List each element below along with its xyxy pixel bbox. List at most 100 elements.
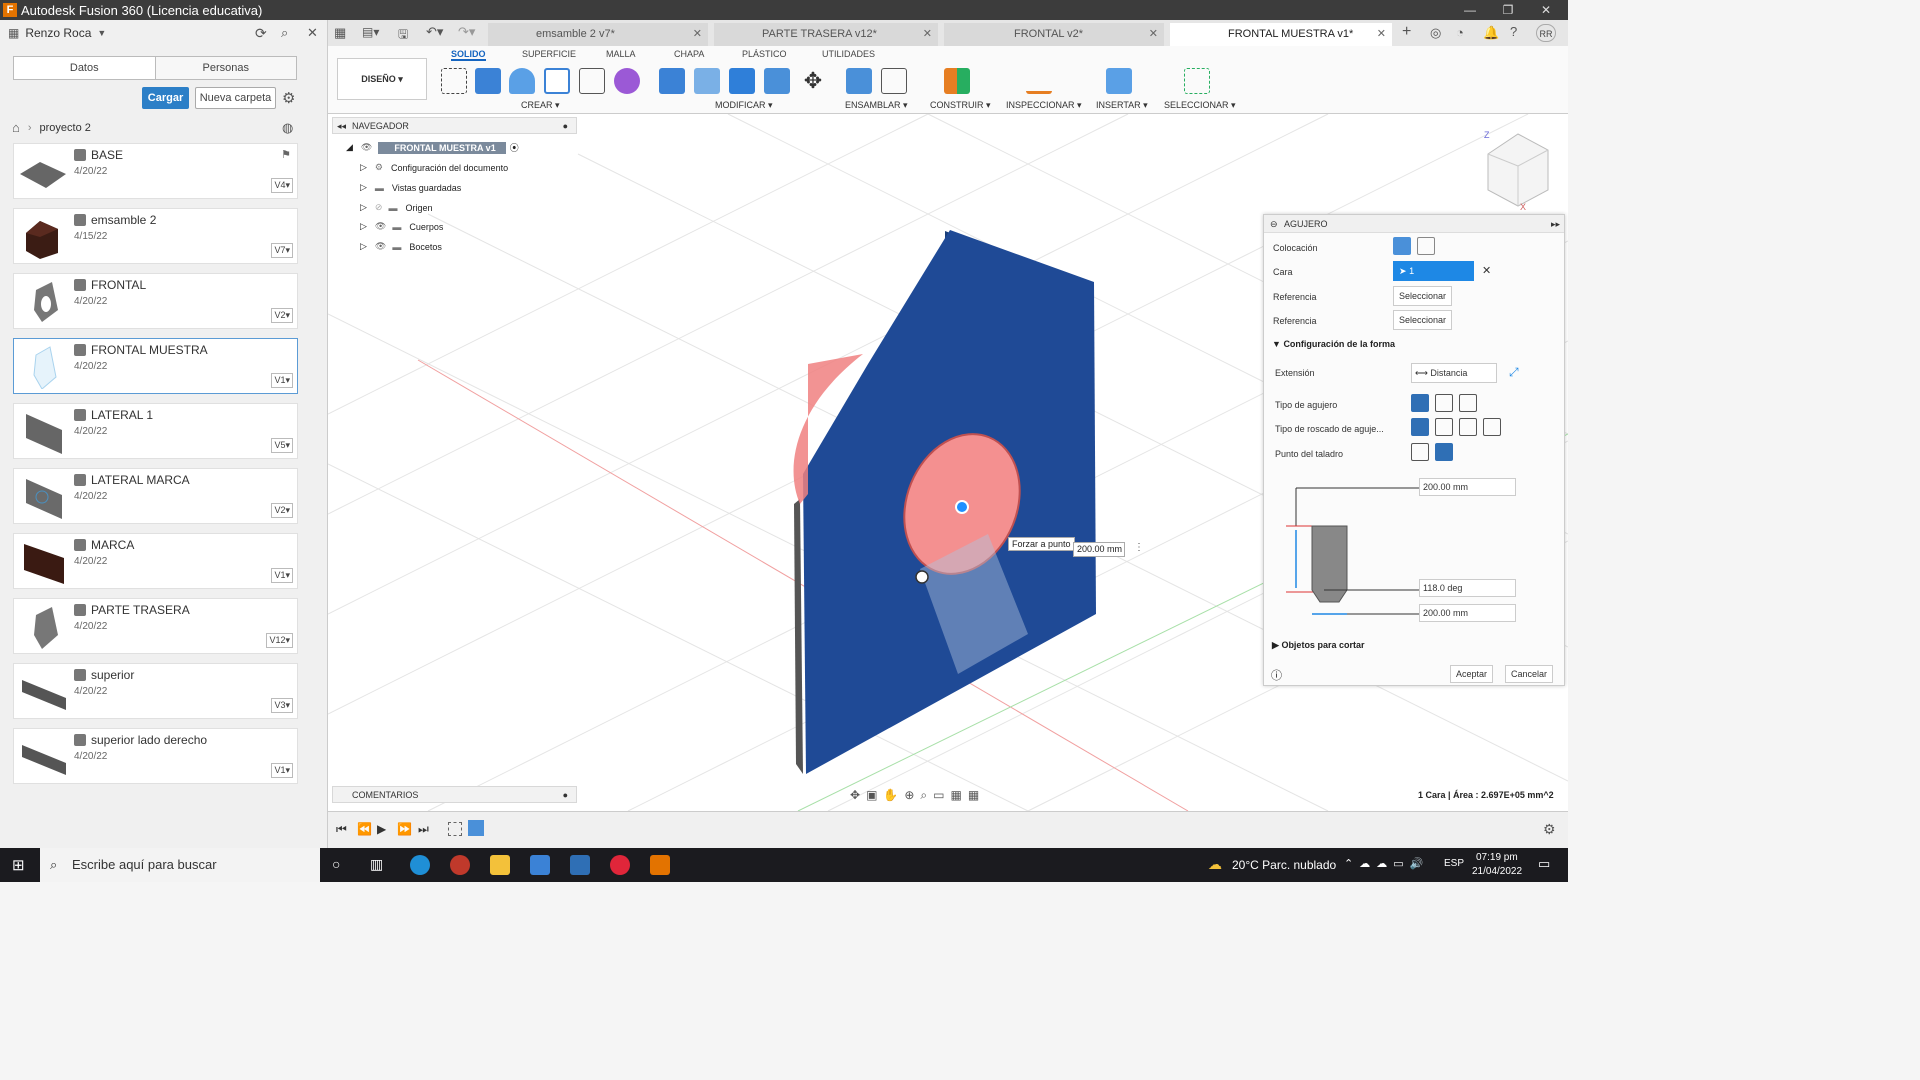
counterbore-icon[interactable] [1435, 394, 1453, 412]
orbit-icon[interactable]: ✥ [850, 788, 866, 802]
weather-text[interactable]: 20°C Parc. nublado [1232, 858, 1336, 872]
file-item-lateral-1[interactable]: LATERAL 1 4/20/22 V5▾ [13, 403, 298, 459]
objects-to-cut-section[interactable]: ▶ Objetos para cortar [1272, 640, 1364, 651]
close-tab-icon[interactable]: ✕ [1377, 23, 1386, 46]
new-tab-icon[interactable]: + [1402, 23, 1411, 41]
extrude-icon[interactable] [475, 68, 501, 94]
viewports-icon[interactable]: ▦ [968, 788, 985, 802]
close-panel-icon[interactable]: ✕ [307, 25, 318, 41]
combine-icon[interactable] [729, 68, 755, 94]
version-badge[interactable]: V2▾ [271, 308, 293, 323]
timeline-settings-icon[interactable]: ⚙ [1543, 821, 1556, 838]
close-tab-icon[interactable]: ✕ [693, 23, 702, 46]
version-badge[interactable]: V5▾ [271, 438, 293, 453]
redo-icon[interactable]: ↷▾ [458, 24, 475, 40]
fillet-icon[interactable] [694, 68, 720, 94]
group-seleccionar[interactable]: SELECCIONAR ▾ [1164, 100, 1236, 111]
breadcrumb-project[interactable]: proyecto 2 [40, 122, 91, 134]
group-ensamblar[interactable]: ENSAMBLAR ▾ [845, 100, 908, 111]
browser-header[interactable]: ◂◂ NAVEGADOR ● [332, 117, 577, 134]
file-item-lateral-marca[interactable]: LATERAL MARCA 4/20/22 V2▾ [13, 468, 298, 524]
taskbar-search-input[interactable]: ⌕ Escribe aquí para buscar [40, 848, 320, 882]
tab-malla[interactable]: MALLA [606, 49, 636, 59]
step-forward-icon[interactable]: ⏩ [397, 822, 412, 836]
file-item-emsamble-2[interactable]: emsamble 2 4/15/22 V7▾ [13, 208, 298, 264]
group-insertar[interactable]: INSERTAR ▾ [1096, 100, 1148, 111]
joint-icon[interactable] [881, 68, 907, 94]
opera-app-icon[interactable] [610, 855, 630, 875]
countersink-icon[interactable] [1459, 394, 1477, 412]
display-settings-icon[interactable]: ▭ [933, 788, 950, 802]
user-name[interactable]: Renzo Roca [25, 26, 91, 40]
single-hole-icon[interactable] [1393, 237, 1411, 255]
pan-icon[interactable]: ✋ [883, 788, 904, 802]
file-item-base[interactable]: BASE 4/20/22 ⚑ V4▾ [13, 143, 298, 199]
distance-input[interactable]: 200.00 mm [1073, 542, 1125, 557]
extent-select[interactable]: ⟷ Distancia [1411, 363, 1497, 383]
minimize-button[interactable]: — [1452, 0, 1488, 20]
group-crear[interactable]: CREAR ▾ [521, 100, 560, 111]
revolve-icon[interactable] [509, 68, 535, 94]
help-icon[interactable]: ? [1510, 24, 1517, 39]
grid-settings-icon[interactable]: ▦ [951, 788, 968, 802]
group-construir[interactable]: CONSTRUIR ▾ [930, 100, 991, 111]
activate-radio-icon[interactable]: ⦿ [510, 141, 519, 154]
extensions-icon[interactable]: ◎ [1430, 25, 1441, 41]
refresh-icon[interactable]: ⟳ [255, 25, 267, 42]
avatar[interactable]: RR [1536, 24, 1556, 42]
clearance-icon[interactable] [1435, 418, 1453, 436]
notification-center-icon[interactable]: ▭ [1538, 856, 1550, 872]
maximize-button[interactable]: ❐ [1490, 0, 1526, 20]
undo-icon[interactable]: ↶▾ [426, 24, 443, 40]
home-icon[interactable]: ⌂ [12, 120, 20, 135]
create-sketch-icon[interactable] [441, 68, 467, 94]
visibility-icon[interactable]: 👁 [375, 241, 386, 252]
browser-root[interactable]: ◢ 👁 FRONTAL MUESTRA v1 ⦿ [346, 141, 519, 154]
search-icon[interactable]: ⌕ [281, 25, 288, 41]
new-folder-button[interactable]: Nueva carpeta [195, 87, 276, 109]
comments-panel[interactable]: COMENTARIOS ● [332, 786, 577, 803]
expand-icon[interactable]: ▸▸ [1551, 215, 1560, 233]
file-item-superior-lado-derecho[interactable]: superior lado derecho 4/20/22 V1▾ [13, 728, 298, 784]
expand-triangle-icon[interactable]: ▷ [360, 162, 367, 173]
mail-app-icon[interactable] [570, 855, 590, 875]
apps-grid-icon[interactable]: ▦ [8, 26, 19, 40]
red-app-icon[interactable] [450, 855, 470, 875]
workspace-selector[interactable]: DISEÑO ▾ [337, 58, 427, 100]
expand-triangle-icon[interactable]: ▷ [360, 241, 367, 252]
version-badge[interactable]: V1▾ [271, 373, 293, 388]
chevron-down-icon[interactable]: ▼ [97, 28, 106, 38]
version-badge[interactable]: V1▾ [271, 763, 293, 778]
diameter-input[interactable]: 200.00 mm [1419, 604, 1516, 622]
tab-personas[interactable]: Personas [154, 57, 296, 79]
depth-input[interactable]: 200.00 mm [1419, 478, 1516, 496]
file-item-superior[interactable]: superior 4/20/22 V3▾ [13, 663, 298, 719]
visibility-icon[interactable]: 👁 [375, 221, 386, 232]
measure-icon[interactable] [1026, 68, 1052, 94]
store-app-icon[interactable] [530, 855, 550, 875]
tab-utilidades[interactable]: UTILIDADES [822, 49, 875, 59]
reference-2-button[interactable]: Seleccionar [1393, 310, 1453, 330]
tab-datos[interactable]: Datos [14, 57, 155, 79]
group-modificar[interactable]: MODIFICAR ▾ [715, 100, 773, 111]
snap-point[interactable] [915, 570, 929, 584]
language-indicator[interactable]: ESP [1444, 858, 1464, 869]
go-to-start-icon[interactable]: ⏮ [336, 822, 347, 837]
flip-direction-icon[interactable]: ⤢ [1509, 365, 1519, 380]
timeline-hole-feature[interactable] [468, 820, 484, 836]
cancel-button[interactable]: Cancelar [1505, 665, 1554, 683]
simple-hole-icon[interactable] [1411, 394, 1429, 412]
close-tab-icon[interactable]: ✕ [1149, 23, 1158, 46]
clock-time[interactable]: 07:19 pm [1476, 852, 1518, 863]
file-item-frontal-muestra[interactable]: FRONTAL MUESTRA 4/20/22 V1▾ [13, 338, 298, 394]
play-icon[interactable]: ▶ [377, 822, 386, 836]
file-explorer-icon[interactable] [490, 855, 510, 875]
upload-button[interactable]: Cargar [142, 87, 189, 109]
file-item-marca[interactable]: MARCA 4/20/22 V1▾ [13, 533, 298, 589]
press-pull-icon[interactable] [659, 68, 685, 94]
notifications-icon[interactable]: 🔔 [1483, 25, 1499, 41]
reference-1-button[interactable]: Seleccionar [1393, 286, 1453, 306]
step-back-icon[interactable]: ⏪ [357, 822, 372, 836]
collapse-triangle-icon[interactable]: ◢ [346, 142, 353, 153]
browser-item-origin[interactable]: ▷ ⊘ ▬ Origen [360, 202, 432, 213]
